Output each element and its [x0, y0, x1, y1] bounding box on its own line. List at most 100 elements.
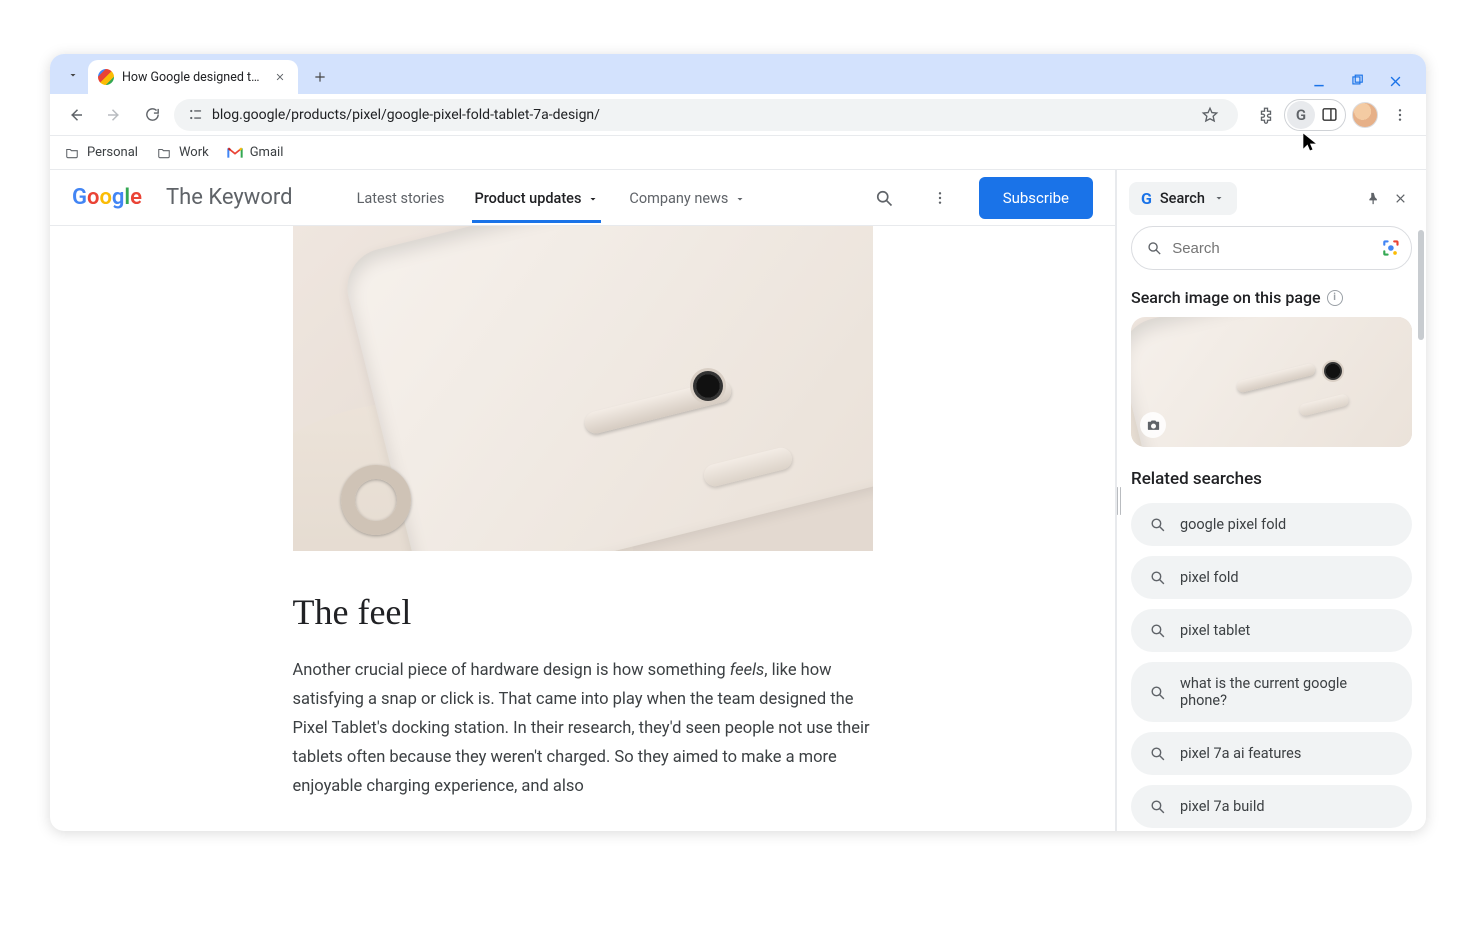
- panel-resize-handle[interactable]: [1117, 487, 1121, 515]
- content-row: Google The Keyword Latest stories Produc…: [50, 170, 1426, 831]
- image-search-thumbnail[interactable]: [1131, 317, 1412, 447]
- bookmark-folder-personal[interactable]: Personal: [64, 145, 138, 160]
- side-panel-search[interactable]: [1131, 226, 1412, 270]
- bookmark-label: Gmail: [250, 145, 284, 160]
- article-heading: The feel: [293, 591, 873, 633]
- text: , like how satisfying a snap or click is…: [293, 661, 870, 796]
- address-bar[interactable]: blog.google/products/pixel/google-pixel-…: [174, 99, 1238, 131]
- nav-label: Company news: [629, 190, 728, 207]
- nav-label: Product updates: [474, 190, 581, 207]
- chrome-menu-icon[interactable]: [1384, 99, 1416, 131]
- side-panel-icon: [1315, 101, 1343, 129]
- side-panel-label: Search: [1160, 190, 1205, 207]
- nav-latest-stories[interactable]: Latest stories: [355, 172, 447, 223]
- window-controls: [1310, 72, 1418, 94]
- related-searches-list: google pixel fold pixel fold pixel table…: [1131, 503, 1412, 828]
- chip-label: pixel tablet: [1180, 622, 1250, 639]
- google-g-icon: G: [1141, 189, 1152, 208]
- pin-icon[interactable]: [1358, 184, 1386, 212]
- forward-button[interactable]: [98, 99, 130, 131]
- tab-strip: How Google designed the P: [50, 54, 1426, 94]
- search-input[interactable]: [1172, 240, 1371, 257]
- chevron-down-icon: [734, 193, 746, 205]
- info-icon[interactable]: i: [1327, 290, 1343, 306]
- bookmarks-bar: Personal Work Gmail: [50, 136, 1426, 170]
- chrome-window: How Google designed the P blog.google/pr…: [50, 54, 1426, 831]
- bookmark-label: Work: [179, 145, 209, 160]
- article-paragraph: Another crucial piece of hardware design…: [293, 657, 873, 801]
- side-panel: G Search Search image on this page i: [1116, 170, 1426, 831]
- search-icon: [1149, 622, 1166, 639]
- chip-label: pixel fold: [1180, 569, 1239, 586]
- related-search-item[interactable]: what is the current google phone?: [1131, 662, 1412, 722]
- google-lens-icon[interactable]: [1381, 237, 1401, 259]
- minimize-icon[interactable]: [1310, 72, 1328, 90]
- bookmark-label: Personal: [87, 145, 138, 160]
- close-panel-icon[interactable]: [1386, 184, 1414, 212]
- search-icon: [1149, 516, 1166, 533]
- section-label: Search image on this page: [1131, 288, 1321, 307]
- search-icon: [1149, 798, 1166, 815]
- site-header: Google The Keyword Latest stories Produc…: [50, 170, 1115, 226]
- folder-icon: [64, 146, 80, 160]
- search-icon: [1146, 239, 1162, 257]
- reload-button[interactable]: [136, 99, 168, 131]
- chevron-down-icon: [1213, 192, 1225, 204]
- nav-company-news[interactable]: Company news: [627, 172, 748, 223]
- related-search-item[interactable]: pixel fold: [1131, 556, 1412, 599]
- section-title-image: Search image on this page i: [1131, 288, 1412, 307]
- related-search-item[interactable]: google pixel fold: [1131, 503, 1412, 546]
- url-text: blog.google/products/pixel/google-pixel-…: [212, 107, 1186, 123]
- tab-title: How Google designed the P: [122, 70, 266, 85]
- related-search-item[interactable]: pixel 7a ai features: [1131, 732, 1412, 775]
- related-search-item[interactable]: pixel 7a build: [1131, 785, 1412, 828]
- search-icon: [1149, 684, 1166, 701]
- text: Another crucial piece of hardware design…: [293, 661, 730, 680]
- site-title[interactable]: The Keyword: [166, 185, 293, 210]
- chip-label: google pixel fold: [1180, 516, 1286, 533]
- close-window-icon[interactable]: [1386, 72, 1404, 90]
- search-icon: [1149, 745, 1166, 762]
- nav-label: Latest stories: [357, 190, 445, 207]
- profile-avatar[interactable]: [1352, 102, 1378, 128]
- section-title-related: Related searches: [1131, 469, 1412, 489]
- chip-label: pixel 7a build: [1180, 798, 1265, 815]
- browser-tab[interactable]: How Google designed the P: [88, 60, 298, 94]
- nav-product-updates[interactable]: Product updates: [472, 172, 601, 223]
- chip-label: what is the current google phone?: [1180, 675, 1394, 709]
- related-search-item[interactable]: pixel tablet: [1131, 609, 1412, 652]
- close-tab-icon[interactable]: [272, 69, 288, 85]
- maximize-icon[interactable]: [1348, 72, 1366, 90]
- google-logo[interactable]: Google: [72, 185, 142, 210]
- tab-search-dropdown[interactable]: [58, 60, 88, 90]
- side-panel-header: G Search: [1117, 170, 1426, 226]
- back-button[interactable]: [60, 99, 92, 131]
- bookmark-star-icon[interactable]: [1194, 99, 1226, 131]
- site-more-icon[interactable]: [923, 181, 957, 215]
- extensions-group: G: [1250, 99, 1416, 131]
- text-italic: feels: [730, 661, 765, 680]
- new-tab-button[interactable]: [306, 63, 334, 91]
- subscribe-button[interactable]: Subscribe: [979, 177, 1093, 219]
- search-icon: [1149, 569, 1166, 586]
- gmail-icon: [227, 147, 243, 159]
- chip-label: pixel 7a ai features: [1180, 745, 1301, 762]
- scrollbar-thumb[interactable]: [1418, 230, 1424, 340]
- site-search-icon[interactable]: [867, 181, 901, 215]
- bookmark-folder-work[interactable]: Work: [156, 145, 209, 160]
- hero-image: [293, 226, 873, 551]
- article-body: The feel Another crucial piece of hardwa…: [50, 226, 1115, 831]
- side-panel-body: Search image on this page i Related sear…: [1117, 226, 1426, 831]
- camera-icon: [1140, 412, 1166, 438]
- chevron-down-icon: [587, 193, 599, 205]
- bookmark-gmail[interactable]: Gmail: [227, 145, 284, 160]
- site-nav: Latest stories Product updates Company n…: [355, 172, 749, 223]
- google-g-icon: G: [1287, 101, 1315, 129]
- folder-icon: [156, 146, 172, 160]
- page-content: Google The Keyword Latest stories Produc…: [50, 170, 1116, 831]
- side-panel-selector[interactable]: G Search: [1129, 182, 1237, 215]
- mouse-cursor-icon: [1300, 132, 1320, 152]
- site-info-icon[interactable]: [186, 106, 204, 124]
- extensions-icon[interactable]: [1250, 99, 1282, 131]
- side-panel-toggle[interactable]: G: [1284, 99, 1346, 131]
